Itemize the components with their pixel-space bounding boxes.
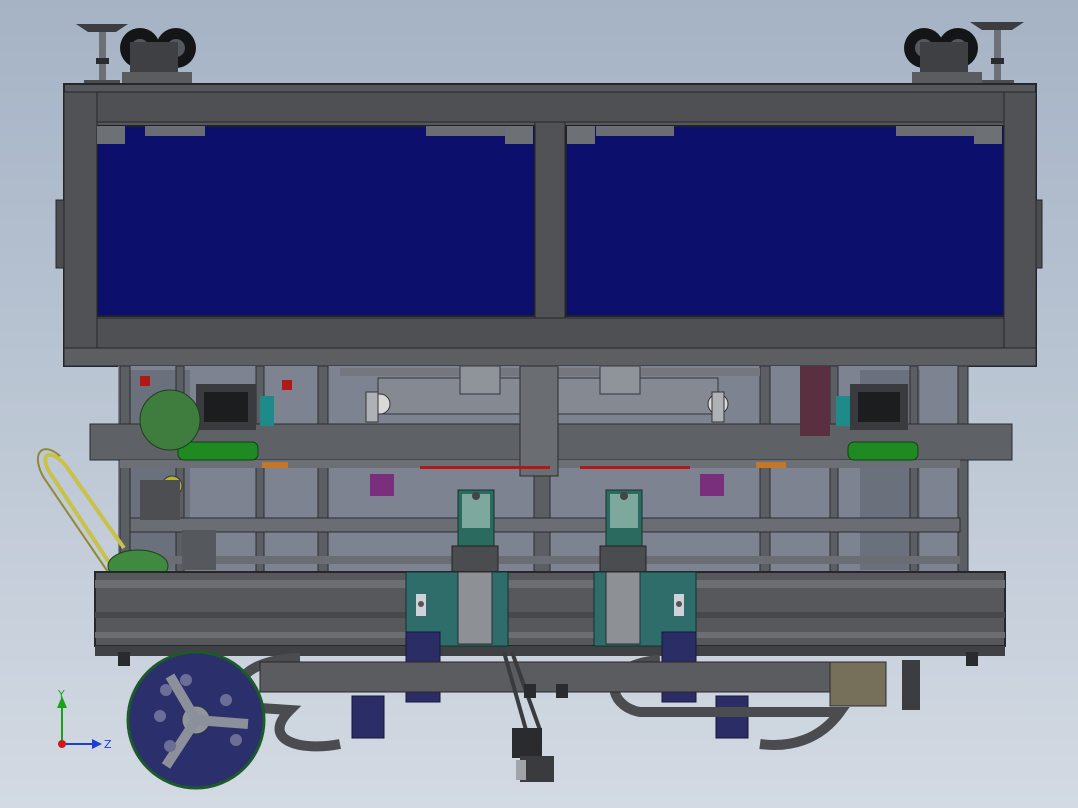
- lower-linear-rail: [94, 571, 1006, 656]
- blue-panel-left: [96, 125, 536, 317]
- caster-wheel-left: [120, 28, 196, 84]
- pickup-head-right: [599, 489, 647, 577]
- copper-rod-left: [262, 462, 288, 468]
- green-roller-left: [177, 441, 259, 461]
- green-roller-right: [847, 441, 919, 461]
- blue-panel-right: [565, 125, 1005, 317]
- triad-y-label: Y: [57, 688, 65, 701]
- copper-rod-right: [756, 462, 786, 468]
- coordinate-triad: Y Z: [57, 688, 112, 751]
- triad-z-label: Z: [104, 738, 112, 751]
- pickup-head-left: [451, 489, 499, 577]
- yellow-handle[interactable]: [43, 452, 126, 572]
- caster-wheel-right: [904, 28, 982, 84]
- cad-model-viewport[interactable]: Y Z: [0, 0, 1078, 808]
- navy-foot-left: [351, 695, 385, 739]
- leveling-foot-left: [76, 24, 128, 88]
- cable-connector: [512, 728, 554, 782]
- tape-reel: [126, 650, 266, 790]
